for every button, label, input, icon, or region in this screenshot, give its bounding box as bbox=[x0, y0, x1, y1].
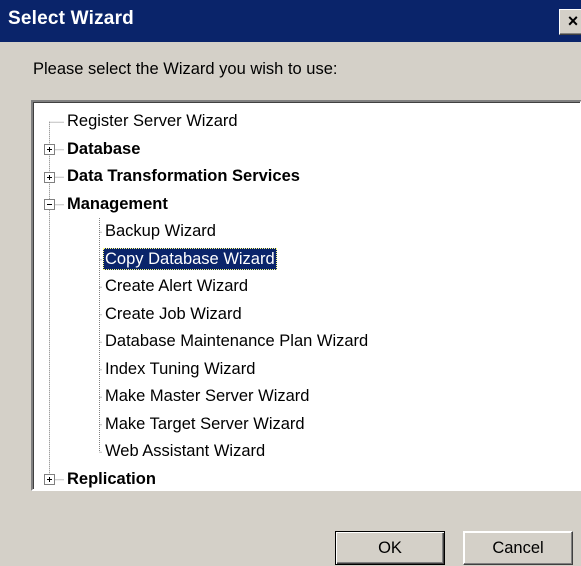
tree-node[interactable]: Database bbox=[65, 137, 142, 162]
tree-leaf[interactable]: Make Target Server Wizard bbox=[103, 412, 307, 437]
expand-plus-icon[interactable] bbox=[44, 171, 55, 183]
expander-bar bbox=[49, 477, 50, 483]
tree-item-label: Database bbox=[67, 139, 141, 158]
tree-item-label: Register Server Wizard bbox=[67, 112, 238, 131]
instruction-label: Please select the Wizard you wish to use… bbox=[33, 60, 338, 78]
tree-leaf[interactable]: Database Maintenance Plan Wizard bbox=[103, 329, 370, 354]
tree-leaf[interactable]: Create Job Wizard bbox=[103, 302, 244, 327]
tree-item-label: Create Alert Wizard bbox=[105, 277, 249, 296]
tree-leaf[interactable]: Make Master Server Wizard bbox=[103, 384, 311, 409]
tree-item-label: Create Job Wizard bbox=[105, 304, 242, 323]
tree-leaf[interactable]: Index Tuning Wizard bbox=[103, 357, 257, 382]
tree-node[interactable]: Data Transformation Services bbox=[65, 164, 302, 189]
collapse-minus-icon[interactable] bbox=[44, 199, 55, 211]
tree-item-label: Index Tuning Wizard bbox=[105, 359, 256, 378]
wizard-tree[interactable]: Register Server Wizard Database Data Trans… bbox=[31, 100, 581, 491]
title-bar: Select Wizard × bbox=[0, 0, 581, 42]
window-title: Select Wizard bbox=[8, 8, 134, 29]
tree-leaf[interactable]: Create Alert Wizard bbox=[103, 274, 250, 299]
close-icon: × bbox=[567, 11, 579, 31]
close-button[interactable]: × bbox=[559, 9, 581, 35]
tree-leaf[interactable]: Backup Wizard bbox=[103, 219, 218, 244]
tree-leaf[interactable]: Copy Database Wizard bbox=[103, 247, 277, 272]
tree-leaf[interactable]: Web Assistant Wizard bbox=[103, 439, 267, 464]
ok-button[interactable]: OK bbox=[335, 531, 445, 565]
expand-plus-icon[interactable] bbox=[44, 474, 55, 486]
cancel-button[interactable]: Cancel bbox=[463, 531, 573, 565]
tree-node[interactable]: Replication bbox=[65, 467, 158, 489]
tree-node[interactable]: Management bbox=[65, 192, 170, 217]
tree-node[interactable]: Register Server Wizard bbox=[65, 109, 240, 134]
expander-dash bbox=[47, 204, 52, 206]
tree-item-label: Copy Database Wizard bbox=[103, 247, 277, 270]
tree-item-label: Replication bbox=[67, 469, 156, 488]
expander-bar bbox=[49, 147, 50, 153]
expander-bar bbox=[49, 174, 50, 180]
tree-item-label: Data Transformation Services bbox=[67, 167, 300, 186]
tree-item-label: Make Target Server Wizard bbox=[105, 414, 305, 433]
tree-item-label: Database Maintenance Plan Wizard bbox=[105, 332, 369, 351]
tree-item-label: Management bbox=[67, 194, 168, 213]
tree-item-label: Make Master Server Wizard bbox=[105, 387, 310, 406]
tree-item-label: Web Assistant Wizard bbox=[105, 442, 266, 461]
tree-item-label: Backup Wizard bbox=[105, 222, 216, 241]
expand-plus-icon[interactable] bbox=[44, 144, 55, 156]
